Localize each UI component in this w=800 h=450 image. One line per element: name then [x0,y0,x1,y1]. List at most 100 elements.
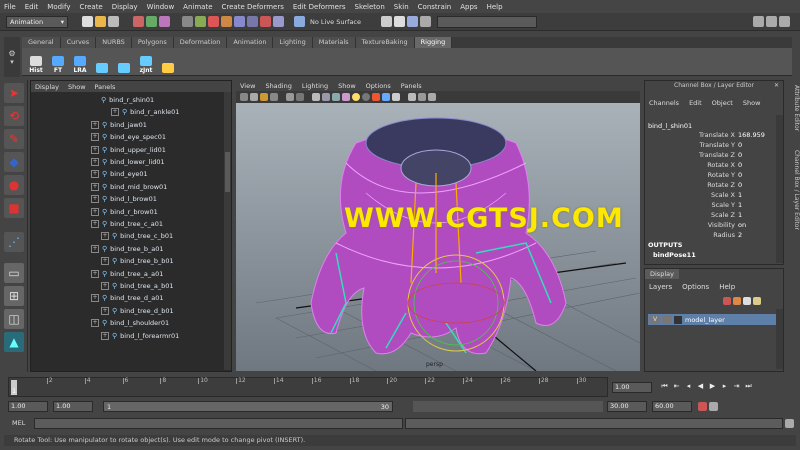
new-layer-icon[interactable] [743,297,751,305]
snap-grid-icon[interactable] [182,16,193,27]
expand-icon[interactable]: + [101,331,109,340]
outliner-item[interactable]: + ⚲ bind_jaw01 [91,119,147,131]
camera-attributes-icon[interactable] [250,93,258,101]
outliner-item[interactable]: + ⚲ bind_l_shoulder01 [91,317,169,329]
channel-attribute-value[interactable]: on [738,221,746,229]
playback-start-field[interactable]: 1.00 [53,401,93,412]
expand-icon[interactable]: + [91,158,99,166]
film-gate-icon[interactable] [296,93,304,101]
shelf-button-zjnt[interactable]: zJnt [136,50,156,74]
viewport-menu-shading[interactable]: Shading [265,82,291,90]
range-slider[interactable]: 1 30 [103,401,393,412]
joint-tool-icon[interactable]: ⋰ [4,232,24,252]
textured-icon[interactable] [342,93,350,101]
channel-attribute-value[interactable]: 0 [738,171,742,179]
auto-key-icon[interactable] [698,402,707,411]
toggle-attribute-editor-icon[interactable] [753,16,764,27]
menu-create[interactable]: Create [79,3,102,11]
select-camera-icon[interactable] [240,93,248,101]
channel-attribute-value[interactable]: 2 [738,231,742,239]
channel-box-tab[interactable]: Channel Box / Layer Editor [787,150,800,240]
go-to-start-icon[interactable]: ⏮ [660,382,669,391]
channel-attribute-name[interactable]: Scale Z [711,211,735,219]
channel-box-object-name[interactable]: bind_l_shin01 [648,122,692,130]
animation-start-field[interactable]: 1.00 [8,401,48,412]
outliner-item[interactable]: + ⚲ bind_tree_d_a01 [91,292,164,304]
shelf-tab-lighting[interactable]: Lighting [273,37,313,48]
grid-icon[interactable] [286,93,294,101]
shelf-tab-general[interactable]: General [22,37,61,48]
shadows-icon[interactable] [362,93,370,101]
perspective-viewport[interactable]: WWW.CGTSJ.COM persp [236,103,640,371]
toggle-channel-box-icon[interactable] [779,16,790,27]
menu-skin[interactable]: Skin [394,3,409,11]
image-plane-icon[interactable] [270,93,278,101]
shelf-tab-animation[interactable]: Animation [227,37,274,48]
layer-type-toggle[interactable] [662,315,672,324]
expand-icon[interactable]: + [91,145,99,154]
script-editor-icon[interactable] [785,418,795,428]
attribute-editor-tab[interactable]: Attribute Editor [787,85,800,155]
quick-selection-field[interactable] [437,15,538,28]
menu-edit-deformers[interactable]: Edit Deformers [293,3,346,11]
shelf-button-lra[interactable]: LRA [70,50,90,74]
anti-aliasing-icon[interactable] [392,93,400,101]
outliner-item[interactable]: + ⚲ bind_mid_brow01 [91,181,167,193]
outliner-item[interactable]: + ⚲ bind_r_ankle01 [111,106,179,118]
select-tool-icon[interactable]: ➤ [4,83,24,103]
channel-attribute-name[interactable]: Scale Y [711,201,735,209]
channel-attribute-name[interactable]: Radius [713,231,735,239]
expand-icon[interactable]: + [101,282,109,290]
layer-menu-layers[interactable]: Layers [649,283,672,291]
channel-attribute-value[interactable]: 0 [738,181,742,189]
play-backward-icon[interactable]: ◀ [696,382,705,391]
outliner-scrollbar[interactable] [224,92,231,370]
step-back-frame-icon[interactable]: ◂ [684,382,693,391]
expand-icon[interactable]: + [91,195,99,204]
ambient-occlusion-icon[interactable] [372,93,380,101]
save-scene-icon[interactable] [108,16,119,27]
channel-attribute-value[interactable]: 1 [738,211,742,219]
channel-attribute-name[interactable]: Translate Y [699,141,735,149]
menu-constrain[interactable]: Constrain [418,3,452,11]
range-slider-track[interactable] [413,401,603,412]
outliner-item[interactable]: + ⚲ bind_r_brow01 [91,206,158,218]
layer-color-swatch[interactable] [674,315,682,324]
select-object-icon[interactable] [146,16,157,27]
scrollbar-thumb[interactable] [225,152,230,192]
current-frame-field[interactable]: 1.00 [612,382,652,393]
play-forward-icon[interactable]: ▶ [708,382,717,391]
outliner-item[interactable]: + ⚲ bind_upper_lid01 [91,144,166,156]
toggle-tool-settings-icon[interactable] [766,16,777,27]
menu-window[interactable]: Window [147,3,175,11]
menu-display[interactable]: Display [112,3,138,11]
outliner-layout-icon[interactable]: ▲ [4,332,24,352]
channel-attribute-name[interactable]: Scale X [711,191,735,199]
rotate-tool-icon[interactable]: ● [4,175,24,195]
menu-animate[interactable]: Animate [183,3,212,11]
single-pane-layout-icon[interactable]: ▭ [4,263,24,283]
creature-mesh[interactable] [310,117,567,355]
input-icon[interactable] [247,16,258,27]
viewport-menu-show[interactable]: Show [338,82,356,90]
expand-icon[interactable]: + [91,133,99,142]
shelf-tab-curves[interactable]: Curves [60,37,97,48]
close-icon[interactable]: ✕ [774,81,779,91]
expand-icon[interactable]: + [101,232,109,241]
menu-file[interactable]: File [4,3,16,11]
expand-icon[interactable]: + [91,170,99,179]
snap-view-icon[interactable] [221,16,232,27]
command-language-label[interactable]: MEL [4,419,34,427]
outliner-item[interactable]: + ⚲ bind_tree_b_b01 [101,255,174,267]
layer-scrollbar[interactable] [776,309,783,369]
viewport-menu-options[interactable]: Options [366,82,391,90]
display-tab[interactable]: Display [645,269,679,279]
two-pane-layout-icon[interactable]: ◫ [4,309,24,329]
channel-attribute-value[interactable]: 1 [738,201,742,209]
animation-prefs-icon[interactable] [709,402,718,411]
channel-attribute-name[interactable]: Rotate Y [708,171,735,179]
outliner-item[interactable]: + ⚲ bind_l_brow01 [91,193,157,205]
layer-menu-help[interactable]: Help [719,283,735,291]
step-back-key-icon[interactable]: ⇤ [672,382,681,391]
channel-attribute-name[interactable]: Translate Z [699,151,735,159]
